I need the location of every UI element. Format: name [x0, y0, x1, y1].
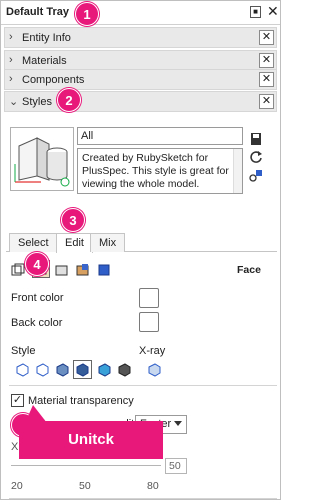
edge-settings-icon[interactable]	[11, 263, 25, 277]
monochrome-icon[interactable]	[97, 362, 112, 377]
annotation-badge: 4	[25, 252, 49, 276]
style-description-field[interactable]: Created by RubySketch for PlusSpec. This…	[77, 148, 243, 194]
shaded-with-textures-icon[interactable]	[73, 360, 92, 379]
slider-tick-label: 80	[147, 480, 159, 492]
background-settings-icon[interactable]	[55, 263, 69, 277]
create-style-icon[interactable]	[249, 168, 263, 182]
shaded-icon[interactable]	[55, 362, 70, 377]
slider-tick-label: 50	[79, 480, 91, 492]
hidden-line-icon[interactable]	[35, 362, 50, 377]
section-components[interactable]: › Components ✕	[4, 69, 277, 90]
back-color-swatch[interactable]	[139, 312, 159, 332]
front-color-swatch[interactable]	[139, 288, 159, 308]
modeling-settings-icon[interactable]	[97, 263, 111, 277]
tab-mix[interactable]: Mix	[90, 233, 126, 252]
section-label: Materials	[22, 55, 67, 67]
xray-opacity-label: X	[11, 441, 19, 453]
chevron-right-icon: ›	[9, 31, 13, 43]
chevron-right-icon: ›	[9, 54, 13, 66]
section-label: Entity Info	[22, 32, 71, 44]
tray-titlebar: Default Tray ■ ✕	[1, 1, 280, 25]
section-materials[interactable]: › Materials ✕	[4, 50, 277, 71]
scrollbar[interactable]	[233, 149, 242, 193]
annotation-badge: 1	[75, 2, 99, 26]
material-transparency-checkbox[interactable]: ✓	[11, 394, 24, 407]
close-icon[interactable]: ✕	[259, 94, 274, 109]
xray-label: X-ray	[139, 345, 166, 357]
section-entity-info[interactable]: › Entity Info ✕	[4, 27, 277, 48]
style-thumbnail	[10, 127, 74, 191]
annotation-callout: Unitck	[19, 421, 163, 459]
face-settings-label: Face	[237, 264, 261, 276]
xray-opacity-slider[interactable]	[11, 465, 161, 466]
close-icon[interactable]: ✕	[267, 4, 279, 18]
front-color-label: Front color	[11, 292, 64, 304]
style-name-field[interactable]: All	[77, 127, 243, 145]
annotation-badge: 3	[61, 208, 85, 232]
section-styles[interactable]: ⌄ Styles ✕	[4, 91, 277, 112]
close-icon[interactable]: ✕	[259, 72, 274, 87]
section-label: Styles	[22, 96, 52, 108]
default-tray: Default Tray ■ ✕ › Entity Info ✕ › Mater…	[0, 0, 281, 500]
save-style-icon[interactable]	[249, 132, 263, 146]
close-icon[interactable]: ✕	[259, 30, 274, 45]
back-color-label: Back color	[11, 317, 63, 329]
annotation-badge: 2	[57, 88, 81, 112]
chevron-down-icon: ⌄	[9, 96, 19, 108]
chevron-down-icon	[174, 421, 182, 426]
dark-shaded-icon[interactable]	[117, 362, 132, 377]
watermark-settings-icon[interactable]	[76, 263, 90, 277]
pin-icon[interactable]: ■	[250, 6, 261, 18]
section-label: Components	[22, 74, 85, 86]
style-label: Style	[11, 345, 36, 357]
tab-edit[interactable]: Edit	[56, 233, 93, 253]
close-icon[interactable]: ✕	[259, 53, 274, 68]
xray-icon[interactable]	[147, 362, 162, 377]
xray-opacity-value[interactable]: 50	[165, 458, 187, 474]
refresh-icon[interactable]	[249, 150, 263, 164]
tray-title: Default Tray	[6, 6, 69, 18]
chevron-right-icon: ›	[9, 73, 13, 85]
divider	[9, 385, 277, 386]
divider	[9, 498, 277, 499]
slider-tick-label: 20	[11, 480, 23, 492]
style-description-text: Created by RubySketch for PlusSpec. This…	[82, 152, 229, 190]
wireframe-icon[interactable]	[15, 362, 30, 377]
tab-select[interactable]: Select	[9, 233, 58, 252]
